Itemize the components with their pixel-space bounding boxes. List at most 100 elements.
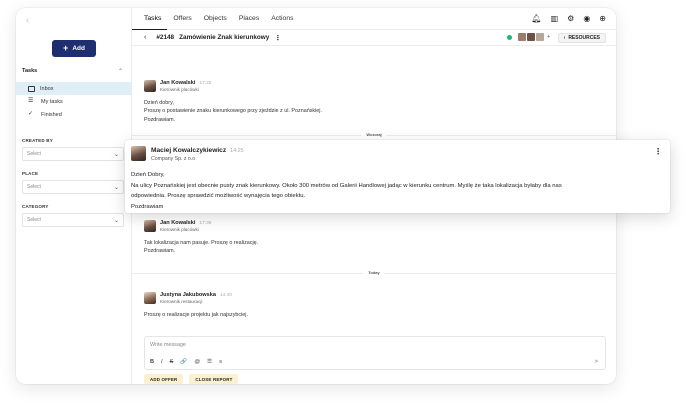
message-body: Dzień Dobry, Na ulicy Poznańskiej jest o… [131, 170, 670, 212]
message-time: 17:36 [199, 221, 212, 226]
tab-offers[interactable]: Offers [167, 8, 197, 30]
author-name: Jan Kowalski [160, 80, 196, 86]
numbered-list-icon[interactable]: ≡ [219, 359, 222, 365]
sidebar-item-label: Inbox [40, 85, 54, 92]
more-options-icon[interactable]: ⋮ [274, 34, 281, 42]
inbox-icon [28, 85, 35, 92]
add-button[interactable]: + Add [52, 40, 96, 57]
top-navigation: Tasks Offers Objects Places Actions 🔔︎ ▥… [132, 8, 616, 30]
message-line: Dzień dobry, [144, 100, 174, 106]
select-value: Select [27, 184, 41, 190]
created-by-select[interactable]: Select ⌄ [22, 147, 124, 161]
author-name: Maciej Kowalczykiewicz [151, 147, 227, 154]
status-dot [507, 35, 512, 40]
message-author: Maciej Kowalczykiewicz 14:25 [151, 147, 244, 154]
strikethrough-icon[interactable]: S [170, 359, 174, 365]
sidebar-item-label: My tasks [41, 98, 63, 105]
settings-icon[interactable]: ⚙︎ [567, 14, 574, 23]
map-icon[interactable]: ▥ [551, 14, 559, 23]
formatting-toolbar: B I S 🔗 @ ☰ ≡ [150, 359, 222, 365]
tab-objects[interactable]: Objects [198, 8, 233, 30]
select-value: Select [27, 151, 41, 157]
message-time: 14:25 [230, 148, 244, 154]
resources-label: RESOURCES [568, 35, 600, 41]
author-role: Kierownik placówki [160, 87, 199, 92]
select-value: Select [27, 217, 41, 223]
sidebar-item-inbox[interactable]: Inbox [16, 82, 132, 95]
message-input[interactable]: Write message [150, 342, 186, 348]
date-divider: Today [132, 270, 616, 275]
message-composer[interactable]: Write message B I S 🔗 @ ☰ ≡ ➤ [144, 336, 606, 370]
chevron-down-icon: ⌄ [113, 151, 119, 158]
message-line: Proszę o realizacje projektu jak najszyb… [144, 312, 248, 318]
place-select[interactable]: Select ⌄ [22, 180, 124, 194]
avatar [527, 33, 536, 41]
back-arrow-icon[interactable]: ‹ [144, 34, 146, 41]
avatar [144, 292, 156, 304]
tab-places[interactable]: Places [233, 8, 265, 30]
resources-button[interactable]: ‹ RESOURCES [557, 33, 606, 43]
more-options-icon[interactable]: ⋮ [654, 147, 662, 156]
ticket-number: #2148 [156, 34, 175, 41]
user-icon[interactable]: ◉ [583, 14, 590, 23]
globe-icon[interactable]: ⊕ [599, 14, 606, 23]
message-line: Na ulicy Poznańskiej jest obecnie pusty … [131, 182, 562, 189]
author-role: Kierownik restauracji [160, 299, 203, 304]
close-report-button[interactable]: CLOSE REPORT [189, 374, 239, 384]
message-line: Pozdrawiam. [144, 116, 176, 123]
add-offer-button[interactable]: ADD OFFER [144, 374, 184, 384]
message-line: Pozdrawiam [131, 203, 164, 210]
message-author: Justyna Jakubowska 14:40 [160, 292, 232, 298]
avatar [144, 80, 156, 92]
action-buttons: ADD OFFER CLOSE REPORT [144, 374, 239, 384]
message: Justyna Jakubowska 14:40 Kierownik restau… [144, 292, 606, 326]
link-icon[interactable]: 🔗 [180, 359, 187, 365]
chevron-down-icon: ⌄ [113, 184, 119, 191]
highlighted-message: Maciej Kowalczykiewicz 14:25 Company Sp. … [125, 140, 670, 213]
participants-more: + [547, 34, 550, 40]
ticket-title: Zamówienie Znak kierunkowy [179, 34, 270, 41]
tab-tasks[interactable]: Tasks [132, 8, 168, 30]
sidebar-item-finished[interactable]: ✓ Finished [16, 108, 132, 121]
place-label: PLACE [22, 171, 39, 176]
italic-icon[interactable]: I [161, 359, 163, 365]
bullet-list-icon[interactable]: ☰ [207, 359, 212, 365]
message-line: Proszę o postawienie znaku kierunkowego … [144, 108, 322, 115]
avatar [131, 146, 146, 161]
message-body: Proszę o realizacje projektu jak najszyb… [144, 311, 606, 319]
collapse-sidebar-icon[interactable]: ‹ [26, 15, 29, 26]
sidebar: ‹ + Add Tasks ⌃ Inbox ☰ My tasks ✓ Finis… [16, 8, 132, 384]
chevron-down-icon: ⌄ [113, 217, 119, 224]
category-select[interactable]: Select ⌄ [22, 213, 124, 227]
message-body: Dzień dobry, Proszę o postawienie znaku … [144, 99, 606, 124]
mention-icon[interactable]: @ [194, 359, 200, 365]
ticket-header: ‹ #2148 Zamówienie Znak kierunkowy ⋮ + ‹… [132, 30, 616, 46]
message-time: 17:25 [199, 81, 212, 86]
participants[interactable]: + [518, 33, 550, 41]
bold-icon[interactable]: B [150, 359, 154, 365]
message-author: Jan Kowalski 17:25 [160, 80, 211, 86]
category-label: CATEGORY [22, 204, 49, 209]
message: Jan Kowalski 17:36 Kierownik placówki Tak… [144, 220, 606, 260]
author-role: Kierownik placówki [160, 227, 199, 232]
created-by-label: CREATED BY [22, 138, 53, 143]
message-time: 14:40 [219, 293, 232, 298]
date-divider: Wczoraj [132, 132, 616, 137]
message-author: Jan Kowalski 17:36 [160, 220, 211, 226]
tab-actions[interactable]: Actions [265, 8, 299, 30]
message-line: odpowiednia. Proszę sprawdzić możliwość … [131, 193, 306, 200]
message: Jan Kowalski 17:25 Kierownik placówki Dzi… [144, 80, 606, 130]
send-icon[interactable]: ➤ [594, 358, 599, 365]
tasks-section-title: Tasks [22, 68, 38, 74]
avatar [144, 220, 156, 232]
message-line: Pozdrawiam. [144, 248, 176, 255]
chevron-left-icon: ‹ [563, 35, 566, 41]
avatar [518, 33, 527, 41]
sidebar-item-my-tasks[interactable]: ☰ My tasks [16, 95, 132, 108]
date-divider-label: Today [363, 270, 385, 275]
sidebar-item-label: Finished [41, 111, 62, 118]
plus-icon: + [63, 43, 69, 53]
bell-icon[interactable]: 🔔︎ [531, 14, 541, 23]
avatar [536, 33, 545, 41]
chevron-up-icon[interactable]: ⌃ [118, 68, 123, 75]
